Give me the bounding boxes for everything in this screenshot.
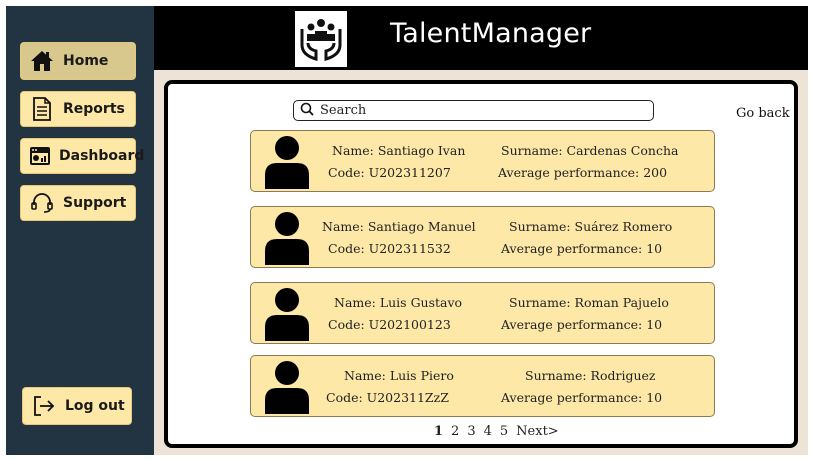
header: TalentManager xyxy=(154,6,808,70)
sidebar-item-label: Support xyxy=(63,195,127,211)
document-icon xyxy=(29,96,55,122)
sidebar-item-label: Dashboard xyxy=(59,148,145,164)
employee-performance: Average performance: 10 xyxy=(501,390,663,405)
employee-card[interactable]: Name: Santiago Manuel Surname: Suárez Ro… xyxy=(250,206,715,268)
employee-surname: Surname: Suárez Romero xyxy=(509,219,673,234)
employee-name: Name: Santiago Manuel xyxy=(322,219,476,234)
sidebar-item-reports[interactable]: Reports xyxy=(20,91,136,127)
dashboard-icon xyxy=(29,143,51,169)
go-back-link[interactable]: Go back xyxy=(736,106,790,121)
employee-card[interactable]: Name: Santiago Ivan Surname: Cardenas Co… xyxy=(250,130,715,192)
people-hands-logo xyxy=(295,11,347,67)
page-4[interactable]: 4 xyxy=(484,424,492,439)
employee-surname: Surname: Cardenas Concha xyxy=(501,143,679,158)
employee-code: Code: U202100123 xyxy=(328,317,451,332)
logout-icon xyxy=(31,393,57,419)
next-page-link[interactable]: Next> xyxy=(516,424,559,439)
sidebar-item-home[interactable]: Home xyxy=(20,42,136,80)
sidebar-item-dashboard[interactable]: Dashboard xyxy=(20,138,144,174)
logout-label: Log out xyxy=(65,398,125,414)
sidebar-item-label: Home xyxy=(63,53,109,69)
app-frame: Home Reports Dashboard Support Log out T… xyxy=(6,6,808,455)
page-2[interactable]: 2 xyxy=(451,424,459,439)
employee-surname: Surname: Rodriguez xyxy=(525,368,656,383)
employee-list-panel: Go back Name: Santiago Ivan Surname: Car… xyxy=(164,80,798,448)
avatar xyxy=(265,212,309,265)
employee-card[interactable]: Name: Luis Gustavo Surname: Roman Pajuel… xyxy=(250,282,715,344)
employee-name: Name: Santiago Ivan xyxy=(332,143,466,158)
employee-performance: Average performance: 200 xyxy=(498,165,668,180)
avatar xyxy=(265,361,309,414)
pagination: 1 2 3 4 5 Next> xyxy=(434,424,559,439)
employee-card[interactable]: Name: Luis Piero Surname: Rodriguez Code… xyxy=(250,355,715,417)
avatar xyxy=(265,288,309,341)
logout-button[interactable]: Log out xyxy=(22,387,132,425)
home-icon xyxy=(29,48,55,74)
employee-performance: Average performance: 10 xyxy=(501,317,663,332)
page-5[interactable]: 5 xyxy=(500,424,508,439)
avatar xyxy=(265,136,309,189)
employee-code: Code: U202311532 xyxy=(328,241,451,256)
sidebar-item-support[interactable]: Support xyxy=(20,185,136,221)
search-bar[interactable] xyxy=(293,100,654,121)
sidebar: Home Reports Dashboard Support Log out xyxy=(6,6,154,455)
sidebar-item-label: Reports xyxy=(63,101,125,117)
search-icon xyxy=(300,101,314,120)
search-input[interactable] xyxy=(320,103,640,118)
headset-icon xyxy=(29,190,55,216)
page-3[interactable]: 3 xyxy=(467,424,475,439)
employee-code: Code: U202311207 xyxy=(328,165,451,180)
employee-code: Code: U202311ZzZ xyxy=(326,390,449,405)
employee-name: Name: Luis Piero xyxy=(344,368,454,383)
page-1[interactable]: 1 xyxy=(434,424,443,439)
employee-surname: Surname: Roman Pajuelo xyxy=(509,295,669,310)
app-title: TalentManager xyxy=(390,18,592,49)
employee-performance: Average performance: 10 xyxy=(501,241,663,256)
employee-name: Name: Luis Gustavo xyxy=(334,295,463,310)
